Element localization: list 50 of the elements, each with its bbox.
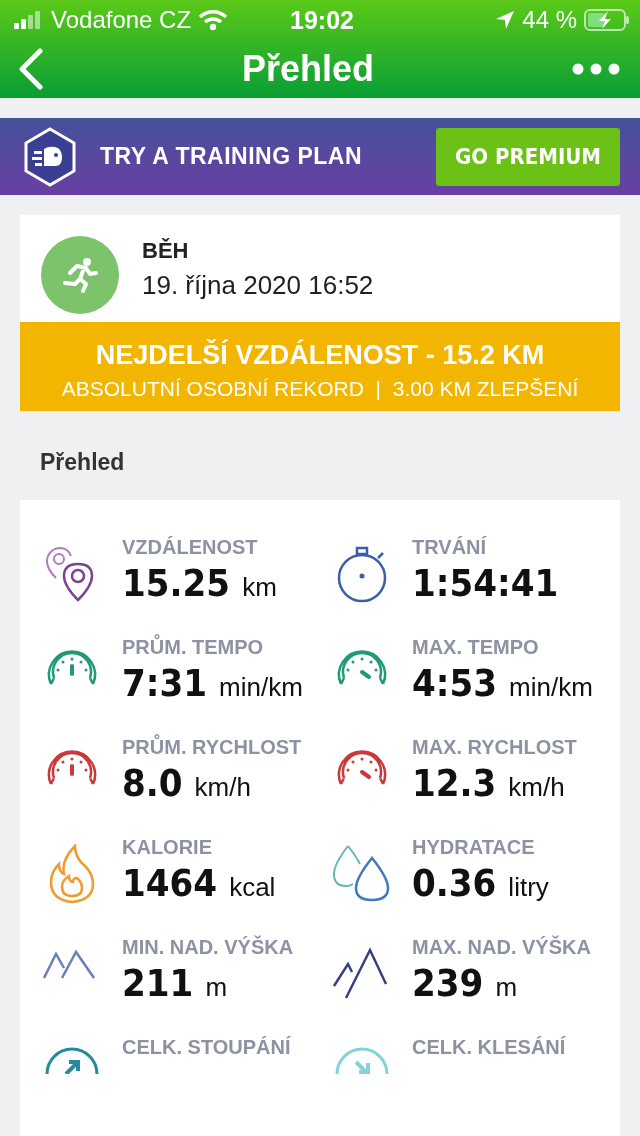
stat-label: CELK. KLESÁNÍ	[412, 1036, 566, 1059]
wifi-icon	[198, 9, 229, 31]
stat-unit: min/km	[509, 672, 593, 703]
stat-label: VZDÁLENOST	[122, 536, 259, 559]
stat-unit: kcal	[229, 872, 276, 903]
stat-value: 15.25	[122, 561, 231, 605]
battery-charging-icon	[584, 9, 630, 31]
stat-unit: min/km	[219, 672, 303, 703]
screen-title: Přehled	[241, 48, 374, 91]
running-person-icon	[40, 234, 120, 315]
record-title: NEJDELŠÍ VZDÁLENOST - 15.2 KM	[95, 340, 545, 371]
flame-icon	[47, 844, 97, 904]
stat-value: 4:53	[412, 661, 498, 705]
stat-label: MAX. NAD. VÝŠKA	[412, 936, 591, 959]
stat-value: 7:31	[122, 661, 208, 705]
stat-value: 8.0	[122, 761, 183, 805]
stat-value: 211	[122, 961, 194, 1005]
location-arrow-icon	[495, 10, 516, 30]
go-premium-button[interactable]: GO PREMIUM	[436, 127, 620, 186]
activity-date: 19. října 2020 16:52	[142, 270, 374, 301]
promo-text: TRY A TRAINING PLAN	[100, 143, 364, 171]
stat-label: MIN. NAD. VÝŠKA	[122, 936, 294, 959]
stat-label: KALORIE	[122, 836, 213, 859]
more-icon[interactable]	[572, 63, 620, 76]
record-subtitle: ABSOLUTNÍ OSOBNÍ REKORD | 3.00 KM ZLEPŠENÍ	[61, 377, 579, 401]
stat-value: 1464	[122, 861, 218, 905]
stat-value: 1:54:41	[412, 561, 559, 605]
stat-label: PRŮM. RYCHLOST	[122, 736, 302, 759]
back-icon[interactable]	[18, 48, 44, 91]
stat-unit: km/h	[508, 772, 565, 803]
activity-type: BĚH	[142, 238, 190, 264]
carrier-name: Vodafone CZ	[51, 6, 192, 34]
stat-unit: km	[242, 572, 277, 603]
stat-value: 12.3	[412, 761, 497, 805]
stat-label: CELK. STOUPÁNÍ	[122, 1036, 291, 1059]
stat-label: PRŮM. TEMPO	[122, 636, 265, 659]
stat-value: 0.36	[412, 861, 497, 905]
stat-label: TRVÁNÍ	[412, 536, 488, 559]
battery-percent: 44 %	[522, 6, 577, 34]
section-title: Přehled	[40, 449, 126, 476]
stat-unit: m	[205, 972, 228, 1003]
stat-value: 239	[412, 961, 484, 1005]
clock-time: 19:02	[290, 5, 354, 35]
stat-label: MAX. TEMPO	[412, 636, 540, 659]
water-drops-icon	[332, 844, 392, 904]
stat-unit: litry	[508, 872, 549, 903]
stat-unit: m	[495, 972, 518, 1003]
stat-label: HYDRATACE	[412, 836, 536, 859]
stat-label: MAX. RYCHLOST	[412, 736, 577, 759]
stat-unit: km/h	[194, 772, 251, 803]
